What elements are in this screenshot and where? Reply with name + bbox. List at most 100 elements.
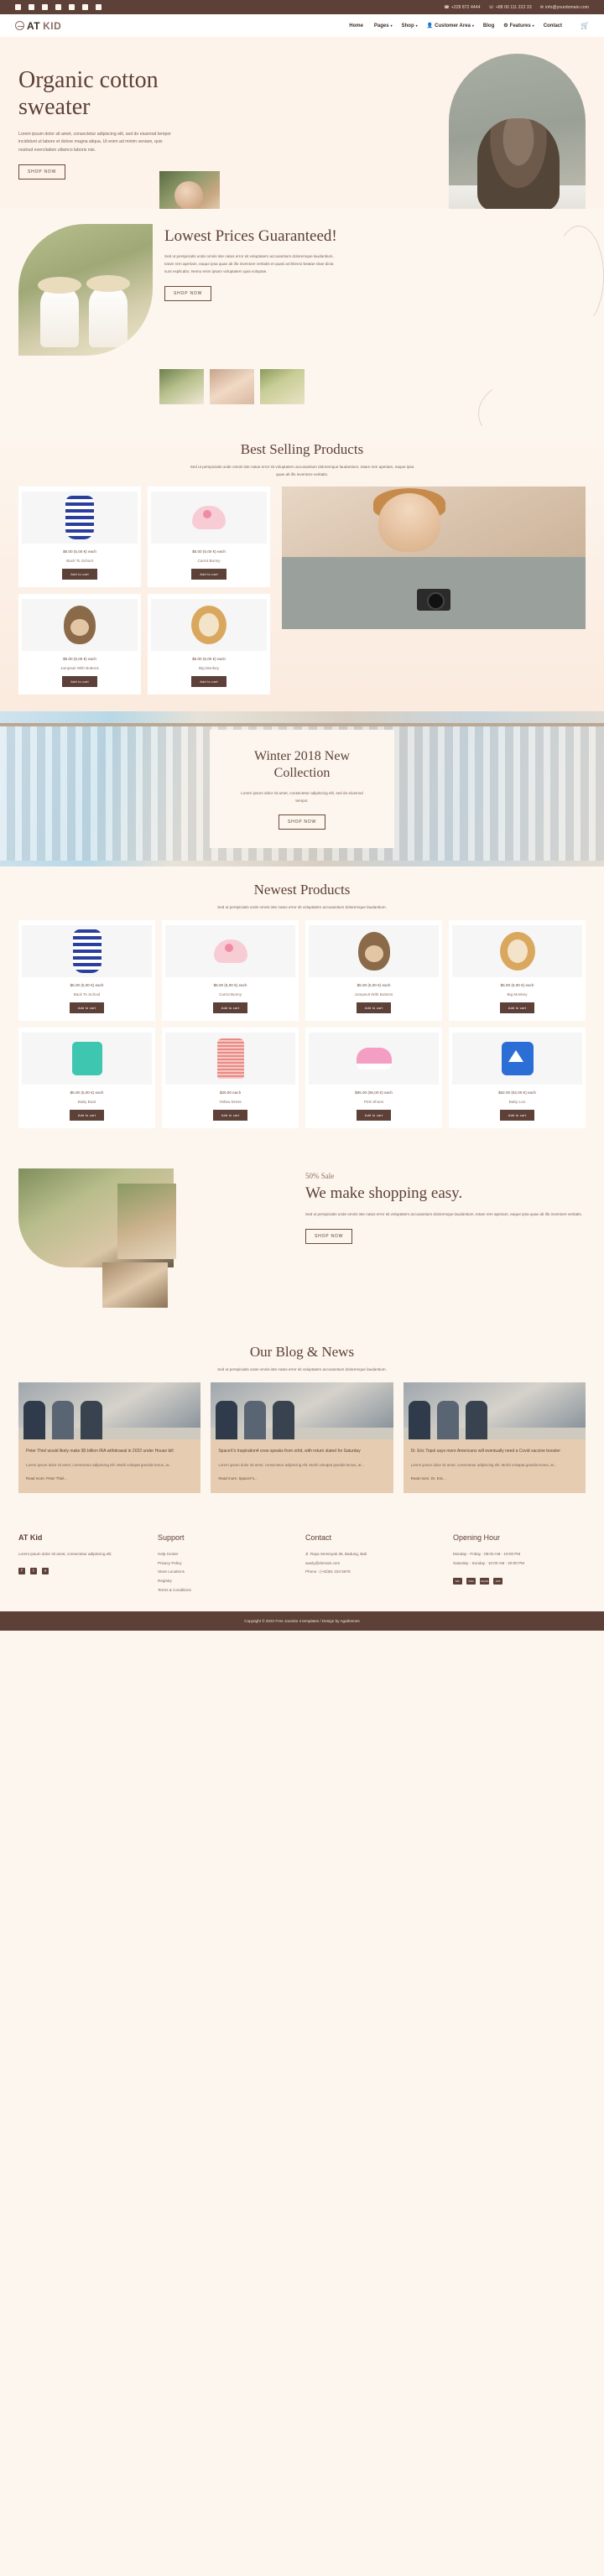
footer-link-registry[interactable]: Registry [158, 1577, 290, 1586]
product-card[interactable]: $5.00 (5,00 €) each Baby Boat Add to car… [18, 1028, 155, 1129]
product-card[interactable]: $5.00 (5,00 €) each Back To School Add t… [18, 920, 155, 1022]
winter-shop-now-button[interactable]: SHOP NOW [278, 814, 326, 830]
product-price: $5.00 (5,00 €) each [70, 983, 104, 988]
lowest-prices-section: Lowest Prices Guaranteed! Sed ut perspic… [0, 209, 604, 451]
nav-item-pages[interactable]: Pages ▾ [374, 23, 393, 29]
footer-hours-title: Opening Hour [453, 1533, 501, 1543]
blog-card[interactable]: Dr. Eric Topol says more Americans will … [403, 1382, 586, 1494]
instagram-icon[interactable]: ig [82, 4, 88, 10]
nav-item-blog[interactable]: Blog [483, 23, 494, 29]
add-to-cart-button[interactable]: Add to cart [499, 1110, 535, 1121]
blog-read-more-link[interactable]: Read more: Peter Thiel... [26, 1476, 67, 1481]
lowest-shop-now-button[interactable]: SHOP NOW [164, 285, 212, 301]
add-to-cart-button[interactable]: Add to cart [212, 1002, 248, 1014]
add-to-cart-button[interactable]: Add to cart [212, 1110, 248, 1121]
blog-read-more-link[interactable]: Read more: Dr. Eric... [411, 1476, 446, 1481]
site-logo[interactable]: AT KID [15, 20, 61, 32]
sale-image-collage [18, 1168, 295, 1309]
add-to-cart-button[interactable]: Add to cart [356, 1002, 392, 1014]
thumbnail-2[interactable] [210, 369, 254, 404]
linkedin-icon[interactable]: in [69, 4, 75, 10]
facebook-icon[interactable]: f [18, 1567, 25, 1574]
logo-text-kid: KID [43, 19, 62, 32]
add-to-cart-button[interactable]: Add to cart [69, 1002, 105, 1014]
thumbnail-3[interactable] [260, 369, 305, 404]
top-contact-info: ☎ +228 872 4444 ☏ +88 00 111 222 33 ✉ info@… [444, 5, 589, 10]
add-to-cart-button[interactable]: Add to cart [356, 1110, 392, 1121]
product-card[interactable]: $65.00 (65,00 €) each Pink Shoes Add to … [305, 1028, 442, 1129]
footer-link-help-center[interactable]: Help Center [158, 1550, 290, 1559]
product-name: Pink Shoes [363, 1100, 384, 1105]
product-card[interactable]: $5.00 (5,00 €) each Jumpsuit With Button… [305, 920, 442, 1022]
product-image [309, 1033, 439, 1085]
footer-link-store-locations[interactable]: Store Locations [158, 1568, 290, 1577]
blog-post-title[interactable]: Peter Thiel would likely make $5 billion… [26, 1448, 193, 1455]
product-card[interactable]: $62.00 (62,00 €) each Baby Loo Add to ca… [449, 1028, 586, 1129]
product-card[interactable]: $5.00 (5,00 €) each Carrot Bunny Add to … [148, 487, 270, 588]
winter-collection-banner: Winter 2018 New Collection Lorem ipsum d… [0, 711, 604, 867]
social-links[interactable]: f t p y in ig fl [15, 4, 102, 10]
add-to-cart-button[interactable]: Add to cart [62, 676, 97, 688]
sale-section: 50% Sale We make shopping easy. Sed ut p… [0, 1150, 604, 1329]
chevron-down-icon: ▾ [471, 23, 474, 28]
user-icon: 👤 [426, 23, 434, 29]
monkey-graphic-icon [357, 932, 390, 971]
blog-image [211, 1382, 393, 1439]
blog-post-title[interactable]: SpaceX's Inspiration4 crew speaks from o… [218, 1448, 385, 1455]
nav-item-features[interactable]: ⚙ Features ▾ [503, 23, 534, 29]
twitter-icon[interactable]: t [30, 1567, 37, 1574]
product-price: $5.00 (5,00 €) each [63, 657, 96, 662]
hero-shop-now-button[interactable]: SHOP NOW [18, 164, 66, 180]
nav-item-contact[interactable]: Contact [544, 23, 562, 29]
footer-link-terms[interactable]: Terms & Conditions [158, 1586, 290, 1595]
product-price: $65.00 (65,00 €) each [355, 1090, 393, 1095]
twitter-icon[interactable]: t [29, 4, 34, 10]
flickr-icon[interactable]: fl [96, 4, 102, 10]
add-to-cart-button[interactable]: Add to cart [191, 676, 226, 688]
product-card[interactable]: $5.00 (5,00 €) each Jumpsuit With Button… [18, 594, 141, 695]
email-label: info@yourdomain.com [545, 4, 589, 10]
add-to-cart-button[interactable]: Add to cart [191, 569, 226, 580]
facebook-icon[interactable]: f [15, 4, 21, 10]
product-card[interactable]: $5.00 (5,00 €) each Back To School Add t… [18, 487, 141, 588]
nav-item-customer-area[interactable]: 👤 Customer Area ▾ [427, 23, 474, 29]
cart-icon[interactable]: 🛒 [581, 22, 589, 29]
nav-item-shop[interactable]: Shop ▾ [402, 23, 418, 29]
blog-read-more-link[interactable]: Read more: SpaceX's... [218, 1476, 257, 1481]
blog-card[interactable]: SpaceX's Inspiration4 crew speaks from o… [211, 1382, 393, 1494]
footer-brand: AT Kid [18, 1533, 43, 1543]
add-to-cart-button[interactable]: Add to cart [69, 1110, 105, 1121]
add-to-cart-button[interactable]: Add to cart [499, 1002, 535, 1014]
lowest-prices-title: Lowest Prices Guaranteed! [164, 227, 337, 245]
blog-post-excerpt: Lorem ipsum dolor sit amet, consectetur … [26, 1463, 172, 1468]
phone-2[interactable]: ☏ +88 00 111 222 33 [489, 5, 532, 10]
hat-right-icon [86, 275, 130, 292]
product-image [22, 599, 138, 652]
phone-1[interactable]: ☎ +228 872 4444 [444, 5, 480, 10]
bunny-slippers-graphic-icon [213, 939, 247, 964]
product-card[interactable]: $30.00 each Yellow Dress Add to cart [162, 1028, 299, 1129]
footer-phone: Phone : (+62)81 234 5678 [305, 1569, 351, 1574]
product-name: Carrot Bunny [218, 992, 242, 997]
product-card[interactable]: $5.00 (5,00 €) each Carrot Bunny Add to … [162, 920, 299, 1022]
product-card[interactable]: $5.00 (5,00 €) each Big Monkey Add to ca… [148, 594, 270, 695]
chevron-down-icon: ▾ [532, 23, 534, 28]
vimeo-icon[interactable]: v [42, 1567, 49, 1574]
email-link[interactable]: ✉ info@yourdomain.com [540, 5, 589, 10]
sale-shop-now-button[interactable]: SHOP NOW [305, 1228, 353, 1244]
youtube-icon[interactable]: y [55, 4, 61, 10]
blog-card[interactable]: Peter Thiel would likely make $5 billion… [18, 1382, 201, 1494]
pinterest-icon[interactable]: p [42, 4, 48, 10]
product-card[interactable]: $5.00 (5,00 €) each Big Monkey Add to ca… [449, 920, 586, 1022]
thumbnail-1[interactable] [159, 369, 204, 404]
product-name: Baby Loo [508, 1100, 526, 1105]
footer-email[interactable]: waxly@domain.com [305, 1559, 438, 1569]
footer-link-privacy-policy[interactable]: Privacy Policy [158, 1559, 290, 1569]
nav-item-home[interactable]: Home [349, 23, 365, 29]
page-root: f t p y in ig fl ☎+228 872 4444 ☏+88 00 … [0, 0, 604, 1631]
add-to-cart-button[interactable]: Add to cart [62, 569, 97, 580]
product-price: $5.00 (5,00 €) each [192, 549, 226, 554]
blog-post-title[interactable]: Dr. Eric Topol says more Americans will … [411, 1448, 578, 1455]
newest-products-title: Newest Products [253, 882, 351, 898]
product-price: $30.00 each [219, 1090, 242, 1095]
